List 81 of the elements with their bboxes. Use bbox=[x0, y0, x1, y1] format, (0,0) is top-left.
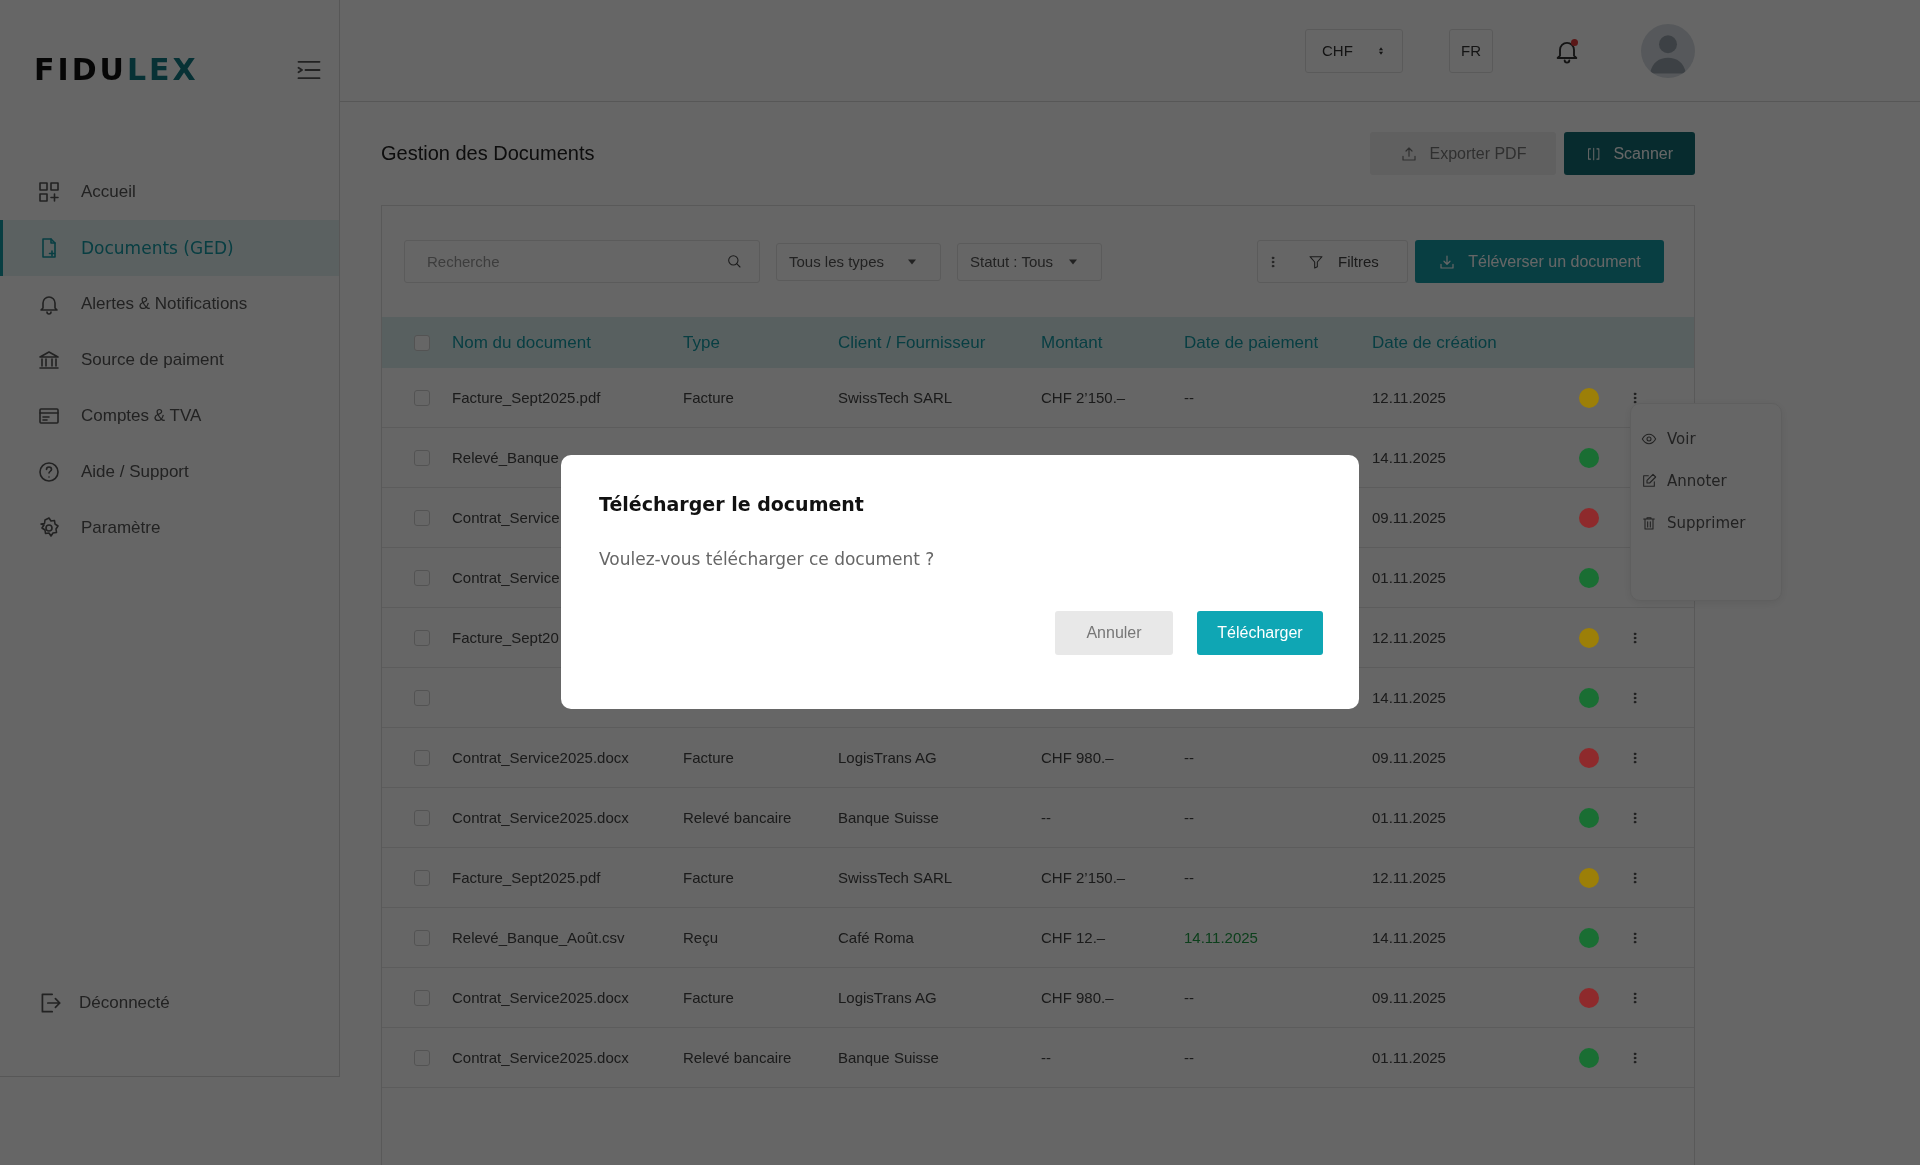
sidebar-item[interactable]: Aide / Support bbox=[0, 444, 339, 500]
logo: FIDU LEX bbox=[34, 55, 199, 85]
language-button[interactable]: FR bbox=[1449, 28, 1493, 73]
table-cell: -- bbox=[1184, 869, 1194, 886]
table-cell: 12.11.2025 bbox=[1372, 869, 1446, 886]
table-cell: CHF 980.– bbox=[1041, 989, 1114, 1006]
table-cell: 14.11.2025 bbox=[1372, 689, 1446, 706]
table-cell: 12.11.2025 bbox=[1372, 389, 1446, 406]
table-cell: 01.11.2025 bbox=[1372, 1049, 1446, 1066]
table-cell: Relevé bancaire bbox=[683, 809, 792, 826]
table-cell: Contrat_Service2025.docx bbox=[452, 749, 629, 766]
table-cell: -- bbox=[1184, 749, 1194, 766]
sidebar-item[interactable]: Paramètre bbox=[0, 500, 339, 556]
table-cell: Café Roma bbox=[838, 929, 914, 946]
column-header: Montant bbox=[1041, 332, 1103, 353]
table-cell: SwissTech SARL bbox=[838, 869, 953, 886]
table-cell: Facture bbox=[683, 749, 734, 766]
dialog-message: Voulez-vous télécharger ce document ? bbox=[599, 549, 936, 569]
table-cell: Relevé bancaire bbox=[683, 1049, 792, 1066]
column-header: Date de création bbox=[1372, 332, 1497, 353]
table-cell: -- bbox=[1184, 1049, 1194, 1066]
page-title: Gestion des Documents bbox=[381, 142, 595, 165]
table-cell: Contrat_Service bbox=[452, 569, 560, 586]
table-cell: -- bbox=[1184, 389, 1194, 406]
menu-item[interactable]: Supprimer bbox=[1631, 502, 1781, 544]
table-cell: -- bbox=[1041, 1049, 1051, 1066]
column-header: Client / Fournisseur bbox=[838, 332, 986, 353]
table-cell: CHF 980.– bbox=[1041, 749, 1114, 766]
sidebar-item[interactable]: Source de paiment bbox=[0, 332, 339, 388]
table-cell: Facture bbox=[683, 989, 734, 1006]
type-dropdown[interactable]: Tous les types bbox=[776, 242, 941, 281]
currency-select[interactable]: CHF bbox=[1305, 28, 1403, 73]
table-cell: -- bbox=[1184, 809, 1194, 826]
scanner-button[interactable]: Scanner bbox=[1564, 132, 1695, 175]
table-cell: Relevé_Banque_Août.csv bbox=[452, 929, 625, 946]
table-cell: 09.11.2025 bbox=[1372, 509, 1446, 526]
column-header: Type bbox=[683, 332, 720, 353]
table-cell: LogisTrans AG bbox=[838, 989, 937, 1006]
logout-link[interactable]: Déconnecté bbox=[0, 990, 339, 1016]
cancel-button[interactable]: Annuler bbox=[1055, 611, 1173, 655]
table-cell: CHF 12.– bbox=[1041, 929, 1106, 946]
table-cell: Facture bbox=[683, 869, 734, 886]
download-button[interactable]: Télécharger bbox=[1197, 611, 1323, 655]
table-cell: Reçu bbox=[683, 929, 719, 946]
menu-item[interactable]: Annoter bbox=[1631, 460, 1781, 502]
table-cell: Contrat_Service2025.docx bbox=[452, 989, 629, 1006]
table-cell: Banque Suisse bbox=[838, 809, 939, 826]
table-cell: Contrat_Service2025.docx bbox=[452, 1049, 629, 1066]
table-cell: Contrat_Service2025.docx bbox=[452, 809, 629, 826]
column-header: Date de paiement bbox=[1184, 332, 1319, 353]
table-cell: 09.11.2025 bbox=[1372, 989, 1446, 1006]
dialog-title: Télécharger le document bbox=[599, 493, 865, 515]
table-cell: 01.11.2025 bbox=[1372, 569, 1446, 586]
upload-button[interactable]: Téléverser un document bbox=[1415, 240, 1664, 283]
sidebar-item[interactable]: Comptes & TVA bbox=[0, 388, 339, 444]
table-cell: Facture_Sept2025.pdf bbox=[452, 389, 601, 406]
column-header: Nom du document bbox=[452, 332, 591, 353]
filters-button[interactable]: Filtres bbox=[1302, 246, 1385, 277]
table-cell: -- bbox=[1041, 809, 1051, 826]
table-cell: 12.11.2025 bbox=[1372, 629, 1446, 646]
table-cell: CHF 2’150.– bbox=[1041, 869, 1126, 886]
table-cell: 14.11.2025 bbox=[1372, 449, 1446, 466]
menu-item[interactable]: Voir bbox=[1631, 418, 1781, 460]
sidebar-item[interactable]: Documents (GED) bbox=[0, 220, 339, 276]
table-cell: 14.11.2025 bbox=[1372, 929, 1446, 946]
table-cell: Contrat_Service bbox=[452, 509, 560, 526]
table-cell: 01.11.2025 bbox=[1372, 809, 1446, 826]
table-cell: -- bbox=[1184, 989, 1194, 1006]
table-cell: 09.11.2025 bbox=[1372, 749, 1446, 766]
table-cell: Banque Suisse bbox=[838, 1049, 939, 1066]
table-cell: LogisTrans AG bbox=[838, 749, 937, 766]
table-cell: CHF 2’150.– bbox=[1041, 389, 1126, 406]
table-cell: Facture_Sept20 bbox=[452, 629, 559, 646]
sidebar-item[interactable]: Alertes & Notifications bbox=[0, 276, 339, 332]
table-cell: Relevé_Banque bbox=[452, 449, 559, 466]
table-cell: Facture bbox=[683, 389, 734, 406]
sidebar-item[interactable]: Accueil bbox=[0, 164, 339, 220]
status-dropdown[interactable]: Statut : Tous bbox=[957, 242, 1102, 281]
table-cell: 14.11.2025 bbox=[1184, 929, 1258, 946]
table-cell: Facture_Sept2025.pdf bbox=[452, 869, 601, 886]
table-cell: SwissTech SARL bbox=[838, 389, 953, 406]
